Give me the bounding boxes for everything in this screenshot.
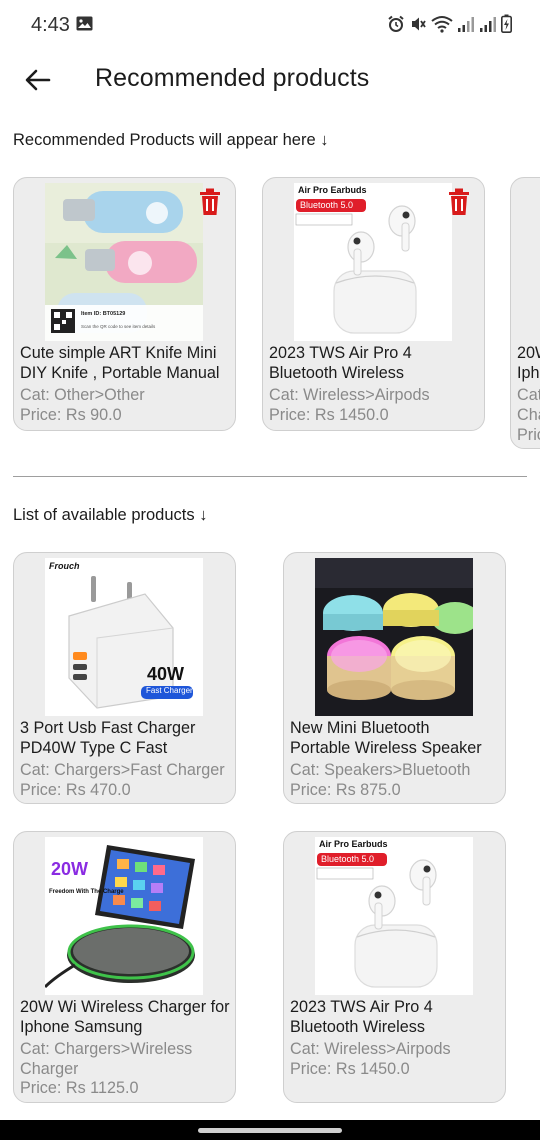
product-name: Iph [517, 364, 540, 382]
product-card[interactable]: Air Pro Earbuds Bluetooth 5.0 2023 TWS A… [283, 831, 506, 1103]
image-title: Air Pro Earbuds [319, 839, 388, 849]
product-name: 20W [517, 344, 540, 362]
product-category: Charger [20, 1060, 79, 1078]
product-price: Price: Rs 1125.0 [20, 1079, 139, 1097]
product-category: Cat: Speakers>Bluetooth [290, 761, 471, 779]
recommended-product-card[interactable]: 20W Iph Cat Cha Pric [510, 177, 540, 449]
product-price: Price: Rs 1450.0 [269, 406, 389, 424]
knife-product-image [45, 183, 203, 341]
status-bar: 4:43 [0, 0, 540, 50]
delete-icon[interactable] [447, 188, 471, 216]
battery-icon [501, 14, 512, 33]
status-icons [387, 14, 512, 33]
product-name: Bluetooth Wireless [290, 1018, 425, 1036]
wifi-icon [431, 15, 453, 33]
product-price: Pric [517, 426, 540, 444]
product-name: DIY Knife , Portable Manual [20, 364, 220, 382]
image-badge: Fast Charger [146, 686, 193, 695]
product-price: Price: Rs 1450.0 [290, 1060, 410, 1078]
product-category: Cat: Chargers>Fast Charger [20, 761, 225, 779]
product-category: Cat: Wireless>Airpods [290, 1040, 451, 1058]
product-image [315, 558, 473, 716]
mute-icon [412, 17, 426, 30]
back-button[interactable] [22, 64, 54, 96]
image-title: Air Pro Earbuds [298, 185, 367, 195]
arrow-back-icon [25, 69, 51, 91]
product-price: Price: Rs 470.0 [20, 781, 131, 799]
product-category: Cat: Chargers>Wireless [20, 1040, 193, 1058]
alarm-icon [388, 15, 404, 32]
signal-icon [480, 16, 496, 32]
page-title: Recommended products [95, 64, 370, 92]
recommended-section-label: Recommended Products will appear here ↓ [13, 131, 329, 149]
speaker-product-image [315, 558, 473, 716]
product-name: Bluetooth Wireless [269, 364, 404, 382]
product-price: Price: Rs 90.0 [20, 406, 122, 424]
signal-icon [458, 16, 474, 32]
section-divider [13, 476, 527, 477]
image-watt: 40W [147, 664, 185, 684]
product-card[interactable]: New Mini Bluetooth Portable Wireless Spe… [283, 552, 506, 804]
product-name: 3 Port Usb Fast Charger [20, 719, 196, 737]
product-name: PD40W Type C Fast [20, 739, 168, 757]
product-image: Frouch 40W Fast Charger [45, 558, 203, 716]
product-card[interactable]: 20W Freedom With The Charge 20W Wi Wirel… [13, 831, 236, 1103]
product-image: Air Pro Earbuds Bluetooth 5.0 [294, 183, 452, 341]
product-category: Cat [517, 386, 540, 404]
image-tagline: Freedom With The Charge [49, 889, 124, 895]
image-watt: 20W [51, 859, 89, 879]
product-price: Price: Rs 875.0 [290, 781, 401, 799]
home-gesture-handle[interactable] [198, 1128, 342, 1133]
product-name: 2023 TWS Air Pro 4 [269, 344, 412, 362]
product-name: 2023 TWS Air Pro 4 [290, 998, 433, 1016]
product-category: Cha [517, 406, 540, 424]
product-card[interactable]: Frouch 40W Fast Charger 3 Port Usb Fast … [13, 552, 236, 804]
system-nav-bar [0, 1120, 540, 1140]
product-name: New Mini Bluetooth [290, 719, 430, 737]
image-badge: Bluetooth 5.0 [300, 200, 354, 210]
recommended-product-card[interactable]: Item ID: BT05129 Scan the QR code to see… [13, 177, 236, 431]
product-category: Cat: Wireless>Airpods [269, 386, 430, 404]
recommended-card-clip: 20W Iph Cat Cha Pric [510, 177, 540, 451]
gallery-notification-icon [76, 16, 93, 31]
image-badge: Bluetooth 5.0 [321, 854, 375, 864]
product-image: Air Pro Earbuds Bluetooth 5.0 [315, 837, 473, 995]
product-name: Portable Wireless Speaker [290, 739, 482, 757]
recommended-product-card[interactable]: Air Pro Earbuds Bluetooth 5.0 2023 TWS A… [262, 177, 485, 431]
image-brand: Frouch [49, 561, 80, 571]
product-name: Iphone Samsung [20, 1018, 143, 1036]
status-time: 4:43 [31, 14, 70, 36]
image-caption: Scan the QR code to see item details [81, 324, 156, 329]
delete-icon[interactable] [198, 188, 222, 216]
product-category: Cat: Other>Other [20, 386, 145, 404]
app-bar: Recommended products [0, 50, 540, 112]
product-name: Cute simple ART Knife Mini [20, 344, 217, 362]
image-item-id: Item ID: BT05129 [81, 311, 126, 317]
product-name: 20W Wi Wireless Charger for [20, 998, 230, 1016]
product-image: 20W Freedom With The Charge [45, 837, 203, 995]
product-image: Item ID: BT05129 Scan the QR code to see… [45, 183, 203, 341]
available-section-label: List of available products ↓ [13, 506, 208, 524]
